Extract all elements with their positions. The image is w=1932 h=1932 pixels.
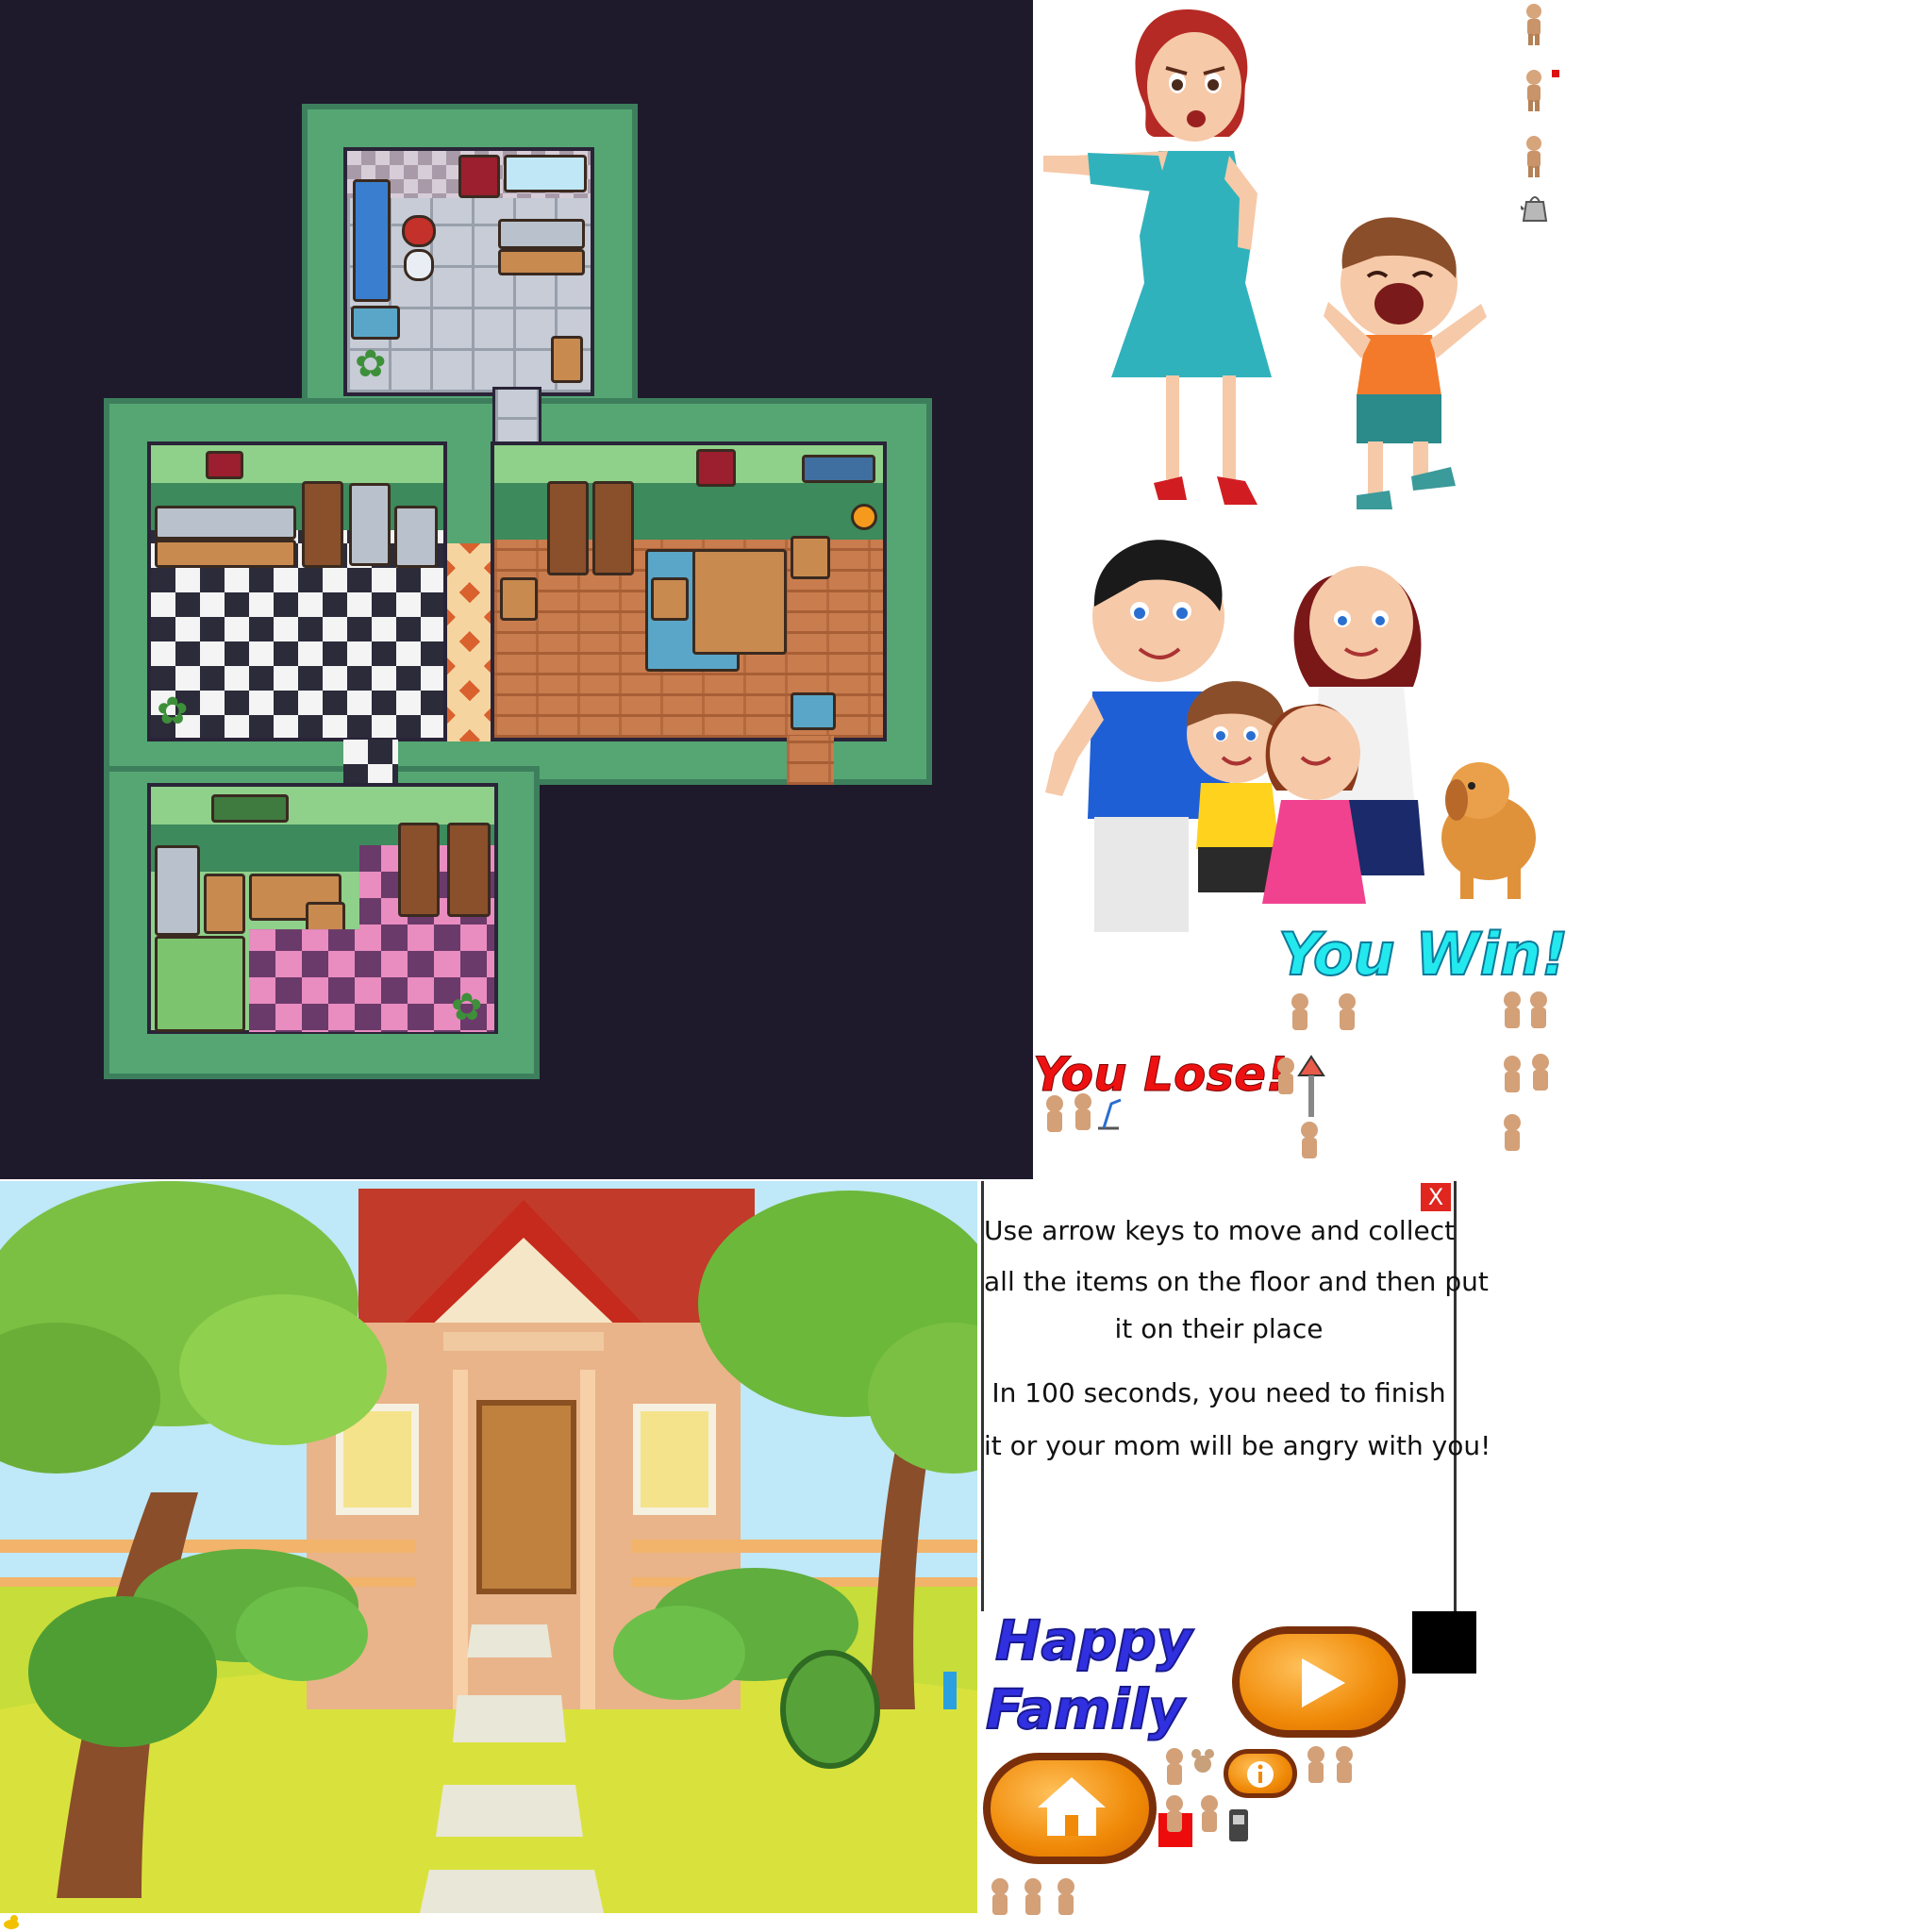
bathroom-sink <box>498 219 585 249</box>
nightstand <box>204 874 245 934</box>
trash-can-icon <box>1229 1809 1248 1841</box>
yard-background <box>0 1181 977 1913</box>
kettle-icon <box>1521 196 1548 222</box>
chair-1 <box>500 577 538 621</box>
stove <box>394 506 438 568</box>
dog-figure <box>1441 762 1536 899</box>
arrow-up-icon <box>1297 1055 1325 1117</box>
bathroom-room: ✿ <box>343 147 594 396</box>
bed <box>155 845 200 936</box>
plant-kitchen: ✿ <box>157 690 189 733</box>
kitchen-drawers <box>155 540 296 568</box>
angry-mom-crying-kid-art <box>1043 9 1487 509</box>
game-title-family: Family <box>985 1676 1185 1742</box>
living-curtain <box>696 449 736 487</box>
play-icon <box>1302 1658 1345 1707</box>
instructions-panel: Use arrow keys to move and collect all t… <box>981 1181 1491 1611</box>
chair-2 <box>651 577 689 621</box>
instruction-line-5: it or your mom will be angry with you! <box>984 1430 1491 1461</box>
living-room <box>491 441 887 741</box>
plant-bathroom: ✿ <box>355 342 387 386</box>
close-button[interactable]: X <box>1421 1183 1451 1211</box>
play-button[interactable] <box>1232 1626 1406 1738</box>
kitchen-divider-floor <box>447 543 492 741</box>
house-map: ✿ ✿ ✿ <box>0 0 1033 1179</box>
fridge <box>349 483 391 566</box>
tiny-red-dot <box>1552 70 1559 77</box>
kitchen-counter <box>155 506 296 540</box>
mom-figure <box>1043 9 1272 505</box>
lamp-shade <box>851 504 877 530</box>
door-mat <box>791 692 836 730</box>
dining-table <box>692 549 787 655</box>
instruction-line-1: Use arrow keys to move and collect <box>984 1215 1456 1246</box>
bedroom-rug <box>155 936 245 1032</box>
toilet <box>404 249 434 281</box>
you-win-text: You Win! <box>1277 919 1569 990</box>
happy-family-art <box>1045 540 1536 932</box>
bookshelf-2 <box>592 481 634 575</box>
bathroom-cabinet <box>498 249 585 275</box>
wardrobe <box>398 823 440 917</box>
teddy-bear-icon <box>1191 1749 1214 1773</box>
black-square-tile <box>1412 1611 1476 1674</box>
chair-3 <box>791 536 830 579</box>
bedroom-painting <box>211 794 289 823</box>
yard-art <box>0 1181 977 1913</box>
bedroom-room: ✿ <box>147 783 498 1034</box>
kitchen-curtain <box>206 451 243 479</box>
crying-kid-figure <box>1324 217 1487 509</box>
player-sprite-2 <box>1526 70 1541 111</box>
bathroom-stool <box>551 336 583 383</box>
bathroom-curtain <box>458 155 500 198</box>
game-title-happy: Happy <box>994 1607 1193 1674</box>
bookshelf-1 <box>547 481 589 575</box>
player-sprite-1 <box>1526 4 1541 45</box>
plant-bedroom: ✿ <box>451 986 483 1029</box>
kitchen-cupboard <box>302 481 343 568</box>
lamp-icon <box>1098 1098 1122 1130</box>
kitchen-room: ✿ <box>147 441 447 741</box>
front-door-steps <box>787 736 834 785</box>
shower <box>353 179 391 302</box>
wall-painting <box>802 455 875 483</box>
instruction-line-4: In 100 seconds, you need to finish <box>991 1377 1446 1408</box>
bathroom-mirror <box>504 155 587 192</box>
toilet-lid <box>402 215 436 247</box>
player-sprite-3 <box>1526 136 1541 177</box>
instruction-line-2: all the items on the floor and then put <box>984 1266 1489 1297</box>
bath-mat <box>351 306 400 340</box>
small-duck-icon <box>4 1915 19 1929</box>
bedroom-bookshelf <box>447 823 491 917</box>
instruction-line-3: it on their place <box>1114 1313 1324 1344</box>
